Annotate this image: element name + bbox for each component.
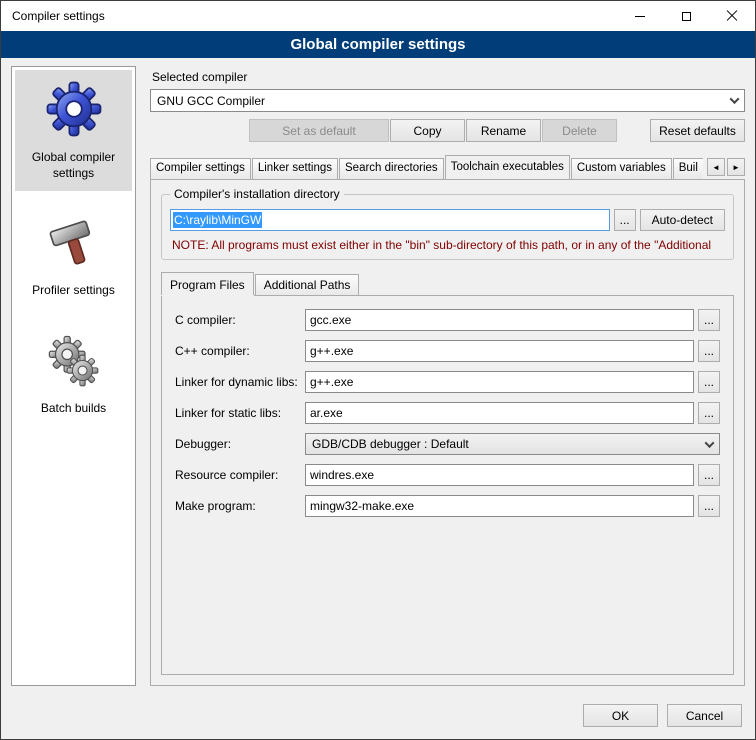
c-compiler-label: C compiler:	[175, 313, 305, 327]
linker-dynamic-label: Linker for dynamic libs:	[175, 375, 305, 389]
minimize-icon	[635, 16, 645, 17]
tab-search-directories[interactable]: Search directories	[339, 158, 444, 179]
subtab-program-files[interactable]: Program Files	[161, 272, 254, 295]
selected-compiler-label: Selected compiler	[152, 70, 745, 84]
dialog-footer: OK Cancel	[1, 692, 755, 739]
reset-defaults-button[interactable]: Reset defaults	[650, 119, 745, 142]
linker-static-browse-button[interactable]: ...	[698, 402, 720, 424]
maximize-button[interactable]	[663, 1, 709, 31]
linker-dynamic-input[interactable]	[305, 371, 694, 393]
make-program-input[interactable]	[305, 495, 694, 517]
installation-directory-group-title: Compiler's installation directory	[170, 187, 344, 201]
form-row-cpp-compiler: C++ compiler: ...	[175, 340, 720, 362]
resource-compiler-label: Resource compiler:	[175, 468, 305, 482]
dialog-body: Global compiler settings Profiler settin…	[1, 58, 755, 692]
cpp-compiler-input[interactable]	[305, 340, 694, 362]
c-compiler-browse-button[interactable]: ...	[698, 309, 720, 331]
sidebar-item-label: Batch builds	[41, 401, 106, 417]
chevron-down-icon	[699, 441, 719, 448]
chevron-down-icon	[724, 90, 744, 111]
make-program-label: Make program:	[175, 499, 305, 513]
tab-scroll-right-icon[interactable]: ►	[727, 158, 745, 176]
program-files-subtabs: Program Files Additional Paths	[161, 272, 734, 295]
compiler-settings-window: Compiler settings Global compiler settin…	[0, 0, 756, 740]
cpp-compiler-browse-button[interactable]: ...	[698, 340, 720, 362]
sidebar-item-profiler-settings[interactable]: Profiler settings	[15, 207, 132, 309]
settings-sidebar: Global compiler settings Profiler settin…	[11, 66, 136, 686]
settings-tabstrip: Compiler settings Linker settings Search…	[150, 155, 745, 179]
tab-scroll-buttons: ◄ ►	[707, 158, 745, 176]
tab-custom-variables[interactable]: Custom variables	[571, 158, 672, 179]
selected-compiler-dropdown[interactable]: GNU GCC Compiler	[150, 89, 745, 112]
profiler-tool-icon	[45, 215, 103, 273]
debugger-label: Debugger:	[175, 437, 305, 451]
main-panel: Selected compiler GNU GCC Compiler Set a…	[150, 66, 745, 686]
form-row-make-program: Make program: ...	[175, 495, 720, 517]
selected-compiler-value: GNU GCC Compiler	[157, 94, 265, 108]
form-row-c-compiler: C compiler: ...	[175, 309, 720, 331]
debugger-value: GDB/CDB debugger : Default	[312, 437, 469, 451]
program-files-panel: C compiler: ... C++ compiler: ... Linker…	[161, 295, 734, 675]
linker-dynamic-browse-button[interactable]: ...	[698, 371, 720, 393]
resource-compiler-input[interactable]	[305, 464, 694, 486]
installation-directory-input[interactable]: C:\raylib\MinGW	[170, 209, 610, 231]
toolchain-executables-panel: Compiler's installation directory C:\ray…	[150, 179, 745, 686]
window-title: Compiler settings	[1, 9, 105, 23]
caption-buttons	[617, 1, 755, 31]
cancel-button[interactable]: Cancel	[667, 704, 742, 727]
sidebar-item-batch-builds[interactable]: Batch builds	[15, 325, 132, 427]
sidebar-item-label: Profiler settings	[32, 283, 115, 299]
c-compiler-input[interactable]	[305, 309, 694, 331]
installation-directory-group: Compiler's installation directory C:\ray…	[161, 194, 734, 260]
page-title: Global compiler settings	[1, 31, 755, 58]
compiler-actions: Set as default Copy Rename Delete Reset …	[150, 119, 745, 142]
form-row-resource-compiler: Resource compiler: ...	[175, 464, 720, 486]
tab-compiler-settings[interactable]: Compiler settings	[150, 158, 251, 179]
installation-directory-browse-button[interactable]: ...	[614, 209, 636, 231]
close-button[interactable]	[709, 1, 755, 31]
gray-gears-icon	[45, 333, 103, 391]
set-as-default-button[interactable]: Set as default	[249, 119, 389, 142]
copy-button[interactable]: Copy	[390, 119, 465, 142]
form-row-debugger: Debugger: GDB/CDB debugger : Default	[175, 433, 720, 455]
close-icon	[726, 10, 738, 22]
maximize-icon	[682, 12, 691, 21]
titlebar: Compiler settings	[1, 1, 755, 31]
resource-compiler-browse-button[interactable]: ...	[698, 464, 720, 486]
installation-directory-row: C:\raylib\MinGW ... Auto-detect	[170, 209, 725, 231]
make-program-browse-button[interactable]: ...	[698, 495, 720, 517]
sidebar-item-label: Global compiler settings	[17, 150, 130, 181]
ok-button[interactable]: OK	[583, 704, 658, 727]
tab-build-options-truncated[interactable]: Buil	[673, 158, 703, 179]
installation-directory-value: C:\raylib\MinGW	[173, 212, 262, 228]
rename-button[interactable]: Rename	[466, 119, 541, 142]
auto-detect-button[interactable]: Auto-detect	[640, 209, 725, 231]
delete-button[interactable]: Delete	[542, 119, 617, 142]
form-row-linker-dynamic: Linker for dynamic libs: ...	[175, 371, 720, 393]
debugger-dropdown[interactable]: GDB/CDB debugger : Default	[305, 433, 720, 455]
linker-static-label: Linker for static libs:	[175, 406, 305, 420]
tab-scroll-left-icon[interactable]: ◄	[707, 158, 725, 176]
linker-static-input[interactable]	[305, 402, 694, 424]
tab-toolchain-executables[interactable]: Toolchain executables	[445, 155, 570, 179]
programs-note: NOTE: All programs must exist either in …	[172, 238, 725, 252]
form-row-linker-static: Linker for static libs: ...	[175, 402, 720, 424]
sidebar-item-global-compiler-settings[interactable]: Global compiler settings	[15, 70, 132, 191]
tabs-viewport: Compiler settings Linker settings Search…	[150, 155, 703, 179]
subtab-additional-paths[interactable]: Additional Paths	[255, 274, 360, 295]
minimize-button[interactable]	[617, 1, 663, 31]
cpp-compiler-label: C++ compiler:	[175, 344, 305, 358]
tab-linker-settings[interactable]: Linker settings	[252, 158, 338, 179]
blue-gear-icon	[43, 78, 105, 140]
